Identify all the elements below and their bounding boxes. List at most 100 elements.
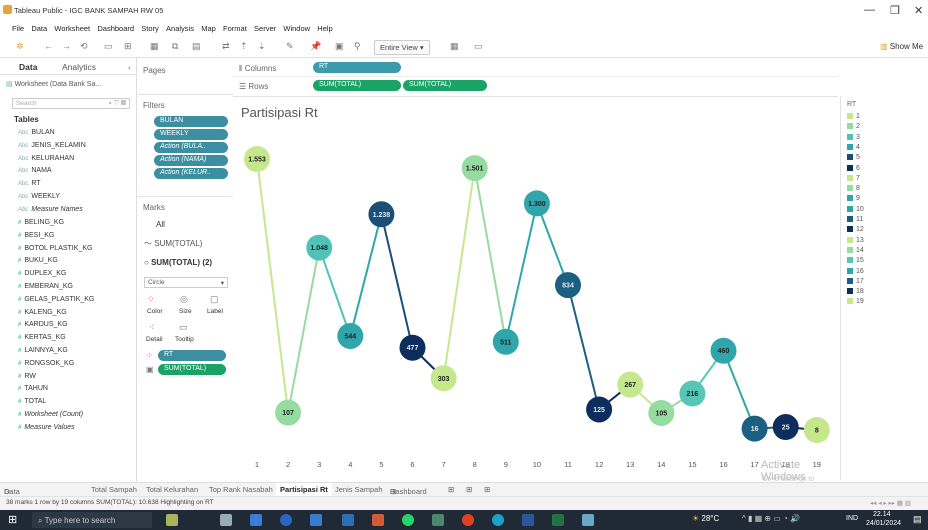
measure-field[interactable]: # Measure Values	[18, 424, 75, 431]
new-worksheet-icon[interactable]: ⊞	[448, 485, 454, 494]
taskbar-photos-icon[interactable]	[432, 514, 444, 526]
label-button[interactable]: Label	[207, 308, 223, 315]
legend-item[interactable]: 10	[847, 205, 864, 213]
clear-sheet-icon[interactable]: ▤	[192, 41, 201, 52]
forward-icon[interactable]: →	[62, 41, 71, 51]
taskbar-edge-icon[interactable]	[280, 514, 292, 526]
menu-window[interactable]: Window	[283, 24, 310, 33]
menu-server[interactable]: Server	[254, 24, 276, 33]
dimension-field[interactable]: Abc WEEKLY	[18, 193, 60, 200]
new-datasource-icon[interactable]: ⊞	[124, 41, 132, 52]
menu-data[interactable]: Data	[31, 24, 47, 33]
measure-field[interactable]: # RW	[18, 373, 36, 380]
measure-field[interactable]: # TOTAL	[18, 398, 46, 405]
legend-item[interactable]: 11	[847, 216, 863, 223]
tableau-logo-icon[interactable]: ✲	[16, 41, 24, 52]
marks-pill-rt[interactable]: RT	[158, 350, 226, 361]
taskbar-word-icon[interactable]	[522, 514, 534, 526]
filter-pill-action-bulan[interactable]: Action (BULA..	[154, 142, 228, 153]
presentation-icon[interactable]: ▭	[474, 41, 483, 52]
color-icon[interactable]: ⁘	[147, 294, 155, 305]
measure-field[interactable]: # EMBERAN_KG	[18, 283, 73, 290]
dimension-field[interactable]: Abc KELURAHAN	[18, 155, 74, 162]
menu-file[interactable]: File	[12, 24, 24, 33]
tab-data[interactable]: Data	[19, 62, 37, 72]
measure-field[interactable]: # Worksheet (Count)	[18, 411, 83, 418]
menu-story[interactable]: Story	[141, 24, 159, 33]
fix-axes-icon[interactable]: ⚲	[354, 41, 361, 52]
menu-format[interactable]: Format	[223, 24, 247, 33]
labels-icon[interactable]: ▣	[335, 41, 344, 52]
fit-dropdown[interactable]: Entire View ▾	[374, 40, 430, 55]
legend-item[interactable]: 6	[847, 164, 860, 172]
tooltip-button[interactable]: Tooltip	[175, 336, 194, 343]
line-chart[interactable]: 1.553 1 107 2 1.048 3 544 4 1.238 5 477 6 303 7 1.501 8…	[233, 97, 838, 481]
legend-item[interactable]: 14	[847, 246, 864, 254]
tab-total-sampah[interactable]: Total Sampah	[91, 485, 137, 494]
tab-top-rank-nasabah[interactable]: Top Rank Nasabah	[209, 485, 273, 494]
measure-field[interactable]: # KARDUS_KG	[18, 321, 68, 328]
notifications-icon[interactable]: ▤	[913, 514, 922, 525]
color-button[interactable]: Color	[147, 308, 163, 315]
taskbar-store-icon[interactable]	[250, 514, 262, 526]
new-story-icon[interactable]: ⊞	[484, 485, 490, 494]
label-icon[interactable]: ▢	[210, 294, 219, 305]
swap-icon[interactable]: ⇄	[222, 41, 230, 52]
highlight-icon[interactable]: ✎	[286, 41, 294, 52]
measure-field[interactable]: # KERTAS_KG	[18, 334, 66, 341]
size-button[interactable]: Size	[179, 308, 192, 315]
filter-pill-bulan[interactable]: BULAN	[154, 116, 228, 127]
weather-indicator[interactable]: ☀ 28°C	[692, 514, 719, 523]
tooltip-icon[interactable]: ▭	[179, 322, 188, 333]
legend-item[interactable]: 1	[847, 113, 860, 120]
legend-item[interactable]: 13	[847, 236, 864, 244]
tab-partisipasi-rt[interactable]: Partisipasi Rt	[276, 483, 332, 497]
dimension-field[interactable]: Abc RT	[18, 180, 41, 187]
minimize-icon[interactable]: —	[864, 4, 875, 16]
language-indicator[interactable]: IND	[846, 515, 858, 522]
marks-layer-2[interactable]: ○ SUM(TOTAL) (2)	[144, 258, 212, 267]
new-dashboard-icon[interactable]: ⊞	[466, 485, 472, 494]
show-cards-icon[interactable]: ▦	[450, 41, 459, 52]
measure-field[interactable]: # LAINNYA_KG	[18, 347, 68, 354]
measure-field[interactable]: # BESI_KG	[18, 232, 54, 239]
legend-item[interactable]: 17	[847, 277, 864, 285]
menu-analysis[interactable]: Analysis	[166, 24, 194, 33]
back-icon[interactable]: ←	[44, 41, 53, 51]
clock-time[interactable]: 22.14	[873, 511, 891, 518]
task-view-icon[interactable]	[220, 514, 232, 526]
mark-type-dropdown[interactable]: Circle ▾	[144, 277, 228, 288]
detail-icon[interactable]: ⁖	[149, 322, 154, 333]
taskbar-powerpoint-icon[interactable]	[372, 514, 384, 526]
measure-field[interactable]: # KALENG_KG	[18, 309, 67, 316]
taskbar-chrome-icon[interactable]	[492, 514, 504, 526]
rows-pill-total-1[interactable]: SUM(TOTAL)	[313, 80, 401, 91]
taskbar-app-icon[interactable]	[166, 514, 178, 526]
windows-start-icon[interactable]: ⊞	[8, 513, 17, 526]
legend-item[interactable]: 2	[847, 123, 860, 130]
system-tray-icons[interactable]: ^ ▮ ▦ ⊕ ▭ ◔ 🔊	[742, 514, 800, 523]
marks-all-tab[interactable]: All	[156, 220, 165, 229]
taskbar-whatsapp-icon[interactable]	[402, 514, 414, 526]
clock-date[interactable]: 24/01/2024	[866, 520, 901, 527]
taskbar-tableau-icon[interactable]	[582, 514, 594, 526]
marks-layer-1[interactable]: 〜 SUM(TOTAL)	[144, 238, 202, 249]
datasource-item[interactable]: ▤ Worksheet (Data Bank Sa...	[6, 80, 101, 88]
measure-field[interactable]: # DUPLEX_KG	[18, 270, 66, 277]
maximize-icon[interactable]: ❐	[890, 4, 900, 17]
legend-item[interactable]: 18	[847, 288, 864, 295]
measure-field[interactable]: # BUKU_KG	[18, 257, 58, 264]
sort-asc-icon[interactable]: ⇡	[240, 41, 248, 52]
taskbar-photoshop-icon[interactable]	[342, 514, 354, 526]
taskbar-excel-icon[interactable]	[552, 514, 564, 526]
legend-item[interactable]: 3	[847, 133, 860, 141]
marks-pill-total[interactable]: SUM(TOTAL)	[158, 364, 226, 375]
filter-pill-action-kelurahan[interactable]: Action (KELUR..	[154, 168, 228, 179]
save-icon[interactable]: ▭	[104, 41, 113, 52]
legend-item[interactable]: 7	[847, 174, 860, 182]
new-sheet-icon[interactable]: ▦	[150, 41, 159, 52]
menu-worksheet[interactable]: Worksheet	[54, 24, 90, 33]
filter-pill-action-nama[interactable]: Action (NAMA)	[154, 155, 228, 166]
pin-icon[interactable]: 📌	[310, 41, 321, 52]
tab-analytics[interactable]: Analytics	[62, 62, 96, 72]
